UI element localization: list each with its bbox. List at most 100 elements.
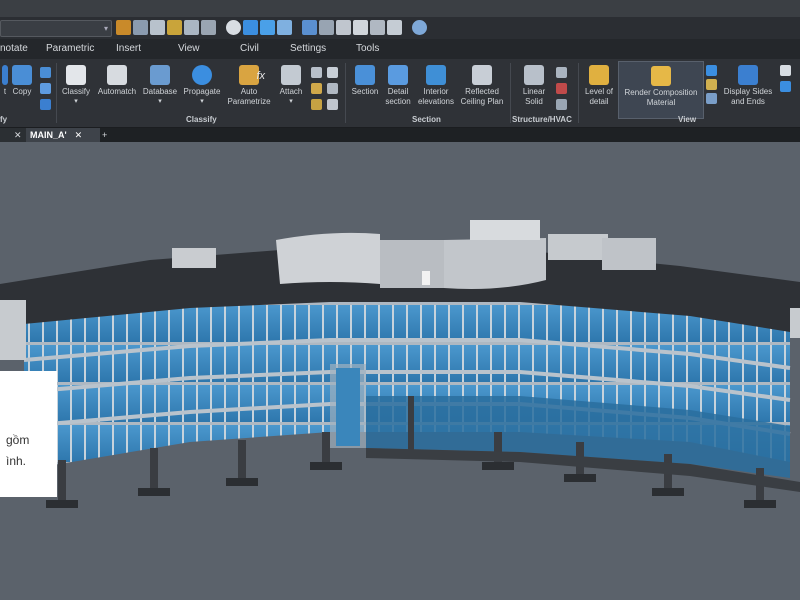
copy-icon — [12, 65, 32, 85]
list-small-icon[interactable] — [327, 99, 338, 110]
auto-parametrize-button[interactable]: fx Auto Parametrize — [224, 65, 274, 107]
group-label-left: fy — [0, 115, 8, 124]
ceiling-plan-icon — [472, 65, 492, 85]
database-icon — [150, 65, 170, 85]
cube-icon[interactable] — [243, 20, 258, 35]
pen-icon[interactable] — [133, 20, 148, 35]
tab-settings[interactable]: Settings — [290, 43, 326, 54]
classify-icon — [66, 65, 86, 85]
table-small-icon[interactable] — [327, 67, 338, 78]
database-button[interactable]: Database ▾ — [140, 65, 180, 107]
rooftop-right-block — [444, 238, 546, 289]
title-strip — [0, 0, 800, 17]
visibility-small-icon[interactable] — [706, 65, 717, 76]
copy-button[interactable]: Copy — [8, 65, 36, 97]
help-icon[interactable] — [412, 20, 427, 35]
interior-elevations-button[interactable]: Interior elevations — [414, 65, 458, 107]
render-material-icon — [651, 66, 671, 86]
image-icon[interactable] — [387, 20, 402, 35]
tab-view[interactable]: View — [178, 43, 200, 54]
tab-annotate[interactable]: notate — [0, 43, 28, 54]
interior-elevations-icon — [426, 65, 446, 85]
rooftop-end-block — [602, 238, 656, 270]
ribbon-panel: t Copy fy Classify ▾ Automatch Database … — [0, 59, 800, 128]
group-label-section: Section — [412, 115, 441, 124]
classify-button[interactable]: Classify ▾ — [60, 65, 92, 107]
detail-section-icon — [388, 65, 408, 85]
group-label-classify: Classify — [186, 115, 217, 124]
view-cube-icon[interactable] — [780, 65, 791, 76]
render-composition-material-button[interactable]: Render Composition Material — [618, 61, 704, 119]
display-sides-and-ends-button[interactable]: Display Sides and Ends — [720, 65, 776, 107]
rooftop-door — [422, 271, 430, 285]
rooftop-stair-core — [380, 240, 444, 288]
add-tab-button[interactable]: + — [98, 128, 116, 142]
chevron-down-icon: ▾ — [103, 24, 108, 33]
document-tab-bar: ✕ MAIN_A' ✕ + — [0, 128, 800, 142]
caption-note: gồm ình. — [0, 371, 57, 497]
quick-access-toolbar: ▾ — [0, 17, 800, 40]
pipe-small-icon[interactable] — [556, 99, 567, 110]
stack-icon[interactable] — [277, 20, 292, 35]
workspace-combo[interactable]: ▾ — [0, 20, 112, 37]
detail-section-button[interactable]: Detail section — [382, 65, 414, 107]
duct-small-icon[interactable] — [556, 83, 567, 94]
level-of-detail-icon — [589, 65, 609, 85]
reflected-ceiling-plan-button[interactable]: Reflected Ceiling Plan — [458, 65, 506, 107]
close-icon[interactable]: ✕ — [14, 130, 22, 141]
display-sides-icon — [738, 65, 758, 85]
rooftop-mech-box — [470, 220, 540, 240]
linear-solid-button[interactable]: Linear Solid — [516, 65, 552, 107]
close-icon[interactable]: ✕ — [75, 130, 83, 141]
tab-insert[interactable]: Insert — [116, 43, 141, 54]
attach-icon — [281, 65, 301, 85]
section-button[interactable]: Section — [348, 65, 382, 97]
group-label-view: View — [678, 115, 697, 124]
section-icon — [355, 65, 375, 85]
left-wall — [0, 300, 26, 360]
rooftop-curved-block — [276, 232, 380, 284]
tab-main-a[interactable]: MAIN_A' ✕ — [26, 128, 100, 142]
link-small-icon[interactable] — [40, 99, 51, 110]
caption-line-1: gồm — [6, 433, 30, 447]
ribbon-tab-bar: notate Parametric Insert View Civil Sett… — [0, 39, 800, 59]
box-icon[interactable] — [260, 20, 275, 35]
cube-small-icon[interactable] — [40, 67, 51, 78]
building-model — [0, 220, 800, 508]
filter-small-icon[interactable] — [706, 93, 717, 104]
view-box-icon[interactable] — [780, 81, 791, 92]
eraser-icon[interactable] — [353, 20, 368, 35]
level-of-detail-button[interactable]: Level of detail — [582, 65, 616, 107]
rooftop-far-block — [548, 234, 608, 260]
caption-line-2: ình. — [6, 454, 27, 468]
beam-small-icon[interactable] — [556, 67, 567, 78]
sphere-icon[interactable] — [226, 20, 241, 35]
linear-solid-icon — [524, 65, 544, 85]
bim-icon[interactable] — [116, 20, 131, 35]
star-small-icon[interactable] — [327, 83, 338, 94]
tab-parametric[interactable]: Parametric — [46, 43, 94, 54]
tag-icon[interactable] — [184, 20, 199, 35]
group-icon[interactable] — [201, 20, 216, 35]
props-small-icon[interactable] — [311, 99, 322, 110]
cubes-small-icon[interactable] — [40, 83, 51, 94]
model-viewport[interactable] — [0, 142, 800, 600]
grid-small-icon[interactable] — [311, 67, 322, 78]
panel-icon[interactable] — [302, 20, 317, 35]
propagate-icon — [192, 65, 212, 85]
attach-button[interactable]: Attach ▾ — [275, 65, 307, 107]
propagate-button[interactable]: Propagate ▾ — [180, 65, 224, 107]
tools-icon[interactable] — [336, 20, 351, 35]
list-icon[interactable] — [319, 20, 334, 35]
tab-civil[interactable]: Civil — [240, 43, 259, 54]
group-label-structure: Structure/HVAC — [512, 115, 572, 124]
tag-small-icon[interactable] — [311, 83, 322, 94]
rooftop-left-box — [172, 248, 216, 268]
select-icon[interactable] — [150, 20, 165, 35]
level-icon[interactable] — [167, 20, 182, 35]
sheet-icon[interactable] — [370, 20, 385, 35]
automatch-button[interactable]: Automatch — [94, 65, 140, 97]
automatch-icon — [107, 65, 127, 85]
light-small-icon[interactable] — [706, 79, 717, 90]
tab-tools[interactable]: Tools — [356, 43, 379, 54]
